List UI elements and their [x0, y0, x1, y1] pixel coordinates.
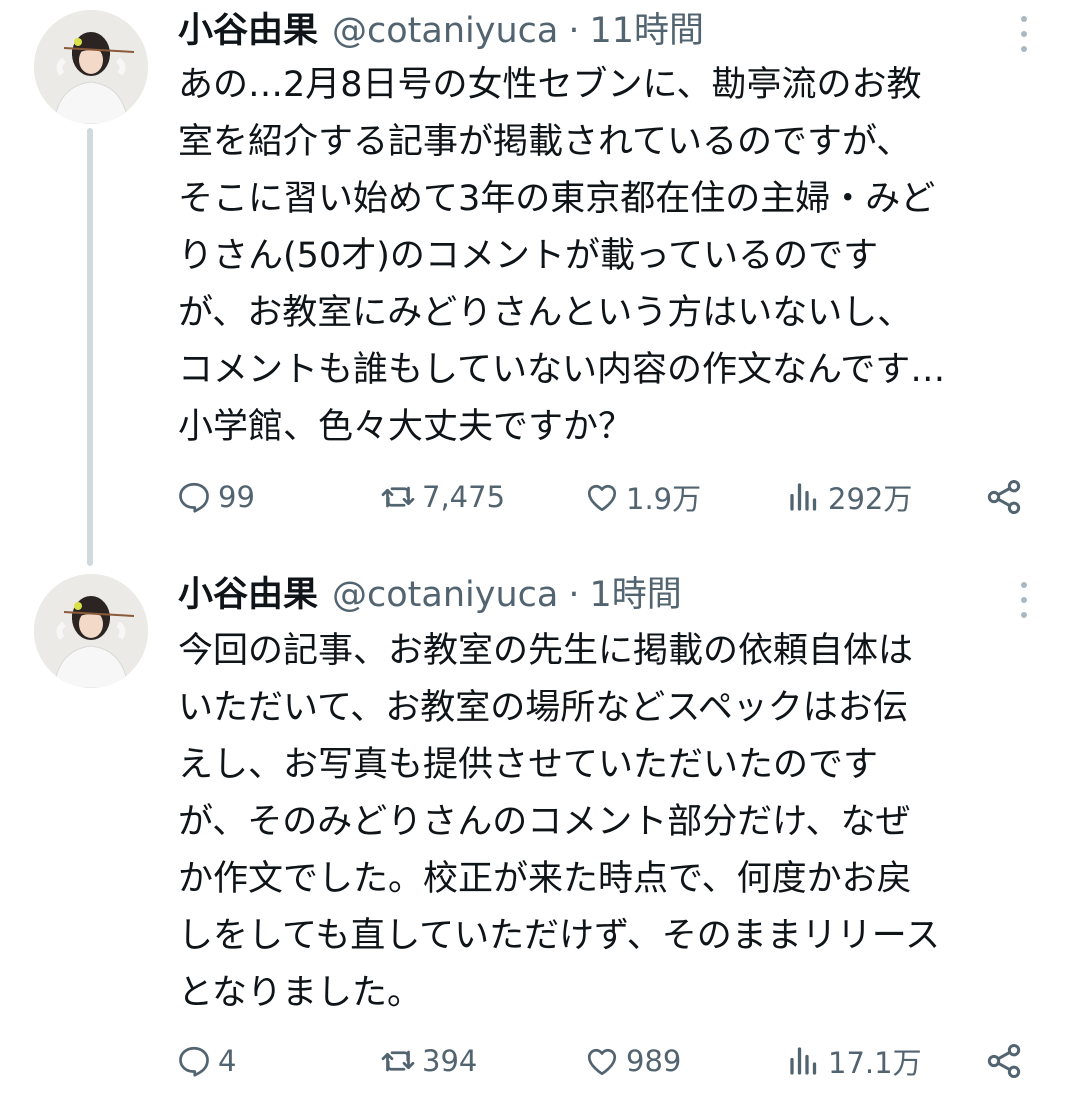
retweet-button[interactable]: 394 [380, 1036, 477, 1086]
author-name[interactable]: 小谷由果 [178, 6, 318, 56]
tweet-actions: 99 7,475 1.9万 292万 [176, 472, 1036, 522]
tweet-thread: 小谷由果 @cotaniyuca · 11時間 あの…2月8日号の女性セブンに、… [0, 0, 1080, 1104]
tweet-actions: 4 394 989 17.1万 [176, 1036, 1036, 1086]
like-count: 989 [626, 1044, 682, 1078]
tweet-text-line: 室を紹介する記事が掲載されているのですが、 [178, 122, 912, 162]
tweet-text-line: しをしても直していただけず、そのままリリース [178, 916, 940, 956]
tweet-text-line: が、そのみどりさんのコメント部分だけ、なぜ [178, 802, 911, 842]
tweet-text-line: 今回の記事、お教室の先生に掲載の依頼自体は [178, 631, 914, 671]
share-icon [987, 1044, 1021, 1078]
tweet-text-line: そこに習い始めて3年の東京都在住の主婦・みど [178, 179, 936, 219]
views-icon [790, 483, 817, 511]
reply-button[interactable]: 99 [176, 472, 255, 522]
like-button[interactable]: 1.9万 [584, 472, 701, 522]
share-button[interactable] [984, 472, 1024, 522]
share-button[interactable] [984, 1036, 1024, 1086]
author-handle[interactable]: @cotaniyuca [332, 6, 558, 56]
tweet[interactable]: 小谷由果 @cotaniyuca · 11時間 あの…2月8日号の女性セブンに、… [0, 0, 1080, 566]
tweet[interactable]: 小谷由果 @cotaniyuca · 1時間 今回の記事、お教室の先生に掲載の依… [0, 560, 1080, 1104]
reply-count: 99 [218, 480, 255, 514]
like-button[interactable]: 989 [584, 1036, 681, 1086]
views-button[interactable]: 292万 [786, 472, 912, 522]
timestamp[interactable]: 11時間 [589, 6, 704, 56]
reply-count: 4 [218, 1044, 237, 1078]
views-icon [790, 1047, 817, 1075]
tweet-text-line: が、お教室にみどりさんという方はいないし、 [178, 293, 913, 333]
tweet-text-line: か作文でした。校正が来た時点で、何度かお戻 [178, 859, 912, 899]
more-vertical-icon[interactable] [1010, 12, 1038, 56]
reply-icon [179, 1046, 209, 1077]
avatar-photo [34, 574, 148, 688]
retweet-icon [381, 486, 415, 508]
tweet-text-line: えし、お写真も提供させていただいたのです [178, 745, 879, 785]
view-count: 292万 [828, 482, 913, 516]
thread-connector-line [87, 128, 93, 566]
tweet-text: あの…2月8日号の女性セブンに、勘亭流のお教 室を紹介する記事が掲載されているの… [178, 57, 1068, 456]
share-icon [987, 480, 1021, 514]
tweet-text: 今回の記事、お教室の先生に掲載の依頼自体は いただいて、お教室の場所などスペック… [178, 623, 1068, 1022]
tweet-text-line: 小学館、色々大丈夫ですか？ [178, 407, 634, 447]
retweet-count: 394 [422, 1044, 478, 1078]
separator-dot: · [568, 575, 580, 615]
separator-dot: · [568, 11, 580, 51]
heart-icon [587, 484, 617, 512]
avatar[interactable] [34, 10, 148, 124]
tweet-header: 小谷由果 @cotaniyuca · 1時間 [178, 570, 682, 620]
avatar-photo [34, 10, 148, 124]
reply-icon [179, 482, 209, 513]
tweet-header: 小谷由果 @cotaniyuca · 11時間 [178, 6, 704, 56]
more-vertical-icon[interactable] [1010, 578, 1038, 622]
tweet-text-line: りさん(50才)のコメントが載っているのです [178, 236, 879, 276]
tweet-text-line: いただいて、お教室の場所などスペックはお伝 [178, 688, 908, 728]
author-handle[interactable]: @cotaniyuca [332, 570, 558, 620]
avatar[interactable] [34, 574, 148, 688]
heart-icon [587, 1048, 617, 1076]
retweet-button[interactable]: 7,475 [380, 472, 505, 522]
retweet-count: 7,475 [422, 480, 506, 514]
timestamp[interactable]: 1時間 [589, 570, 681, 620]
tweet-text-line: コメントも誰もしていない内容の作文なんです… [178, 350, 946, 390]
author-name[interactable]: 小谷由果 [178, 570, 318, 620]
retweet-icon [381, 1050, 415, 1072]
views-button[interactable]: 17.1万 [786, 1036, 922, 1086]
reply-button[interactable]: 4 [176, 1036, 236, 1086]
view-count: 17.1万 [828, 1046, 922, 1080]
like-count: 1.9万 [626, 482, 702, 516]
tweet-text-line: あの…2月8日号の女性セブンに、勘亭流のお教 [178, 65, 922, 105]
tweet-text-line: となりました。 [178, 973, 422, 1013]
